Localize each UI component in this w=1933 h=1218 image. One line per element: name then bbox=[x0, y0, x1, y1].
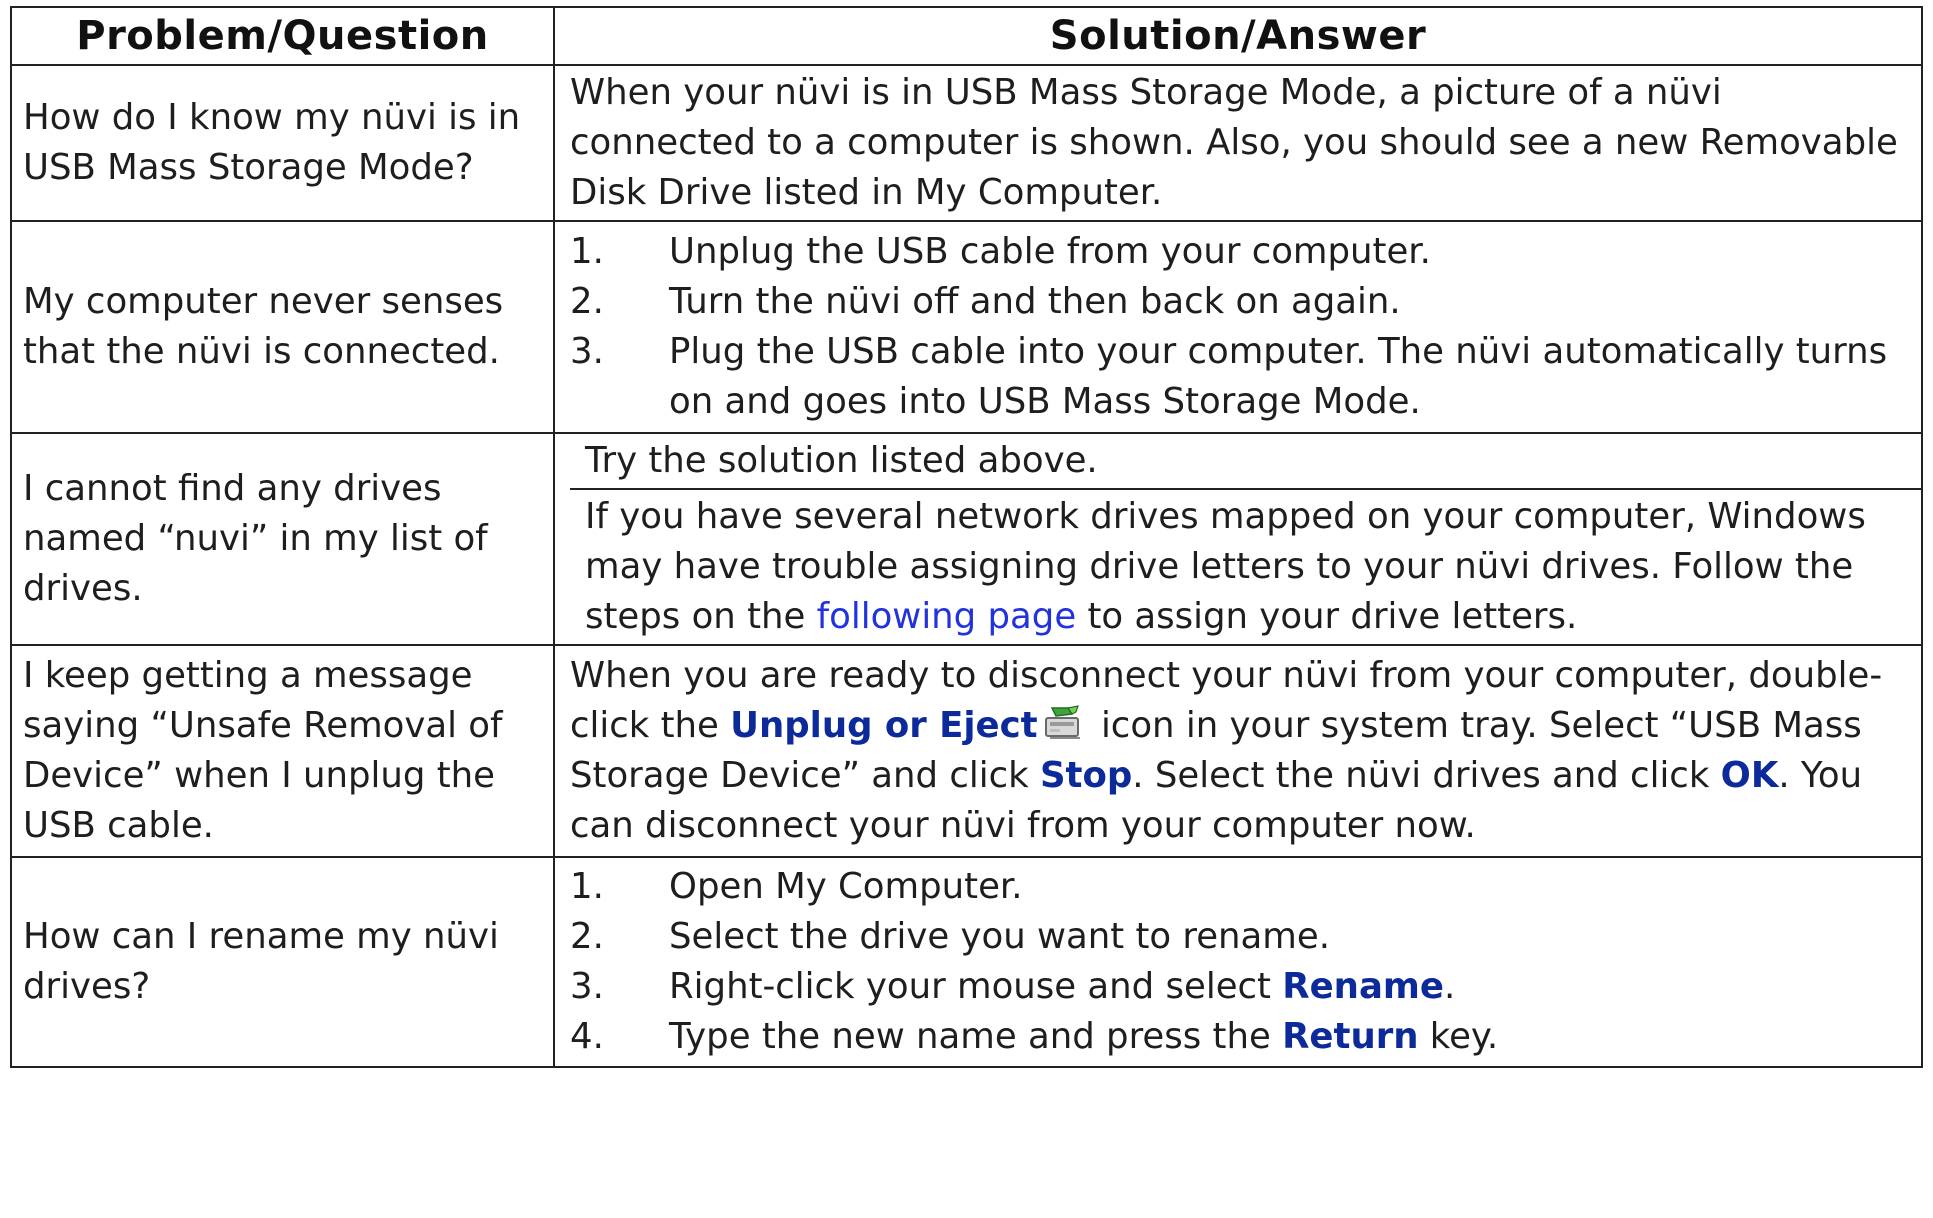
problem-column-header: Problem/Question bbox=[10, 6, 555, 66]
faq-table: Problem/Question Solution/Answer How do … bbox=[10, 6, 1923, 1068]
answer-text: to assign your drive letters. bbox=[1076, 596, 1578, 637]
step-text: Select the drive you want to rename. bbox=[669, 916, 1331, 957]
step-number: 1. bbox=[570, 231, 604, 272]
question-cell: I cannot find any drives named “nuvi” in… bbox=[10, 432, 555, 646]
step-text: Turn the nüvi off and then back on again… bbox=[669, 281, 1401, 322]
list-item: 1. Unplug the USB cable from your comput… bbox=[570, 227, 1911, 277]
answer-cell: 1. Open My Computer. 2. Select the drive… bbox=[553, 856, 1923, 1068]
answer-cell: 1. Unplug the USB cable from your comput… bbox=[553, 220, 1923, 434]
answer-cell: When you are ready to disconnect your nü… bbox=[553, 644, 1923, 858]
header-row: Problem/Question Solution/Answer bbox=[10, 6, 1923, 66]
ok-keyword: OK bbox=[1720, 755, 1779, 796]
step-text-part: Type the new name and press the bbox=[669, 1016, 1283, 1057]
step-text: Plug the USB cable into your computer. T… bbox=[669, 331, 1888, 422]
step-text: Open My Computer. bbox=[669, 866, 1023, 907]
step-text: Unplug the USB cable from your computer. bbox=[669, 231, 1431, 272]
question-cell: My computer never senses that the nüvi i… bbox=[10, 220, 555, 434]
step-text-part: . bbox=[1443, 966, 1456, 1007]
following-page-link[interactable]: following page bbox=[817, 596, 1077, 637]
step-number: 3. bbox=[570, 331, 604, 372]
step-number: 2. bbox=[570, 916, 604, 957]
list-item: 2. Select the drive you want to rename. bbox=[570, 912, 1911, 962]
list-item: 4. Type the new name and press the Retur… bbox=[570, 1012, 1911, 1062]
step-number: 3. bbox=[570, 966, 604, 1007]
solution-column-header: Solution/Answer bbox=[553, 6, 1923, 66]
step-number: 4. bbox=[570, 1016, 604, 1057]
answer-part-b: If you have several network drives mappe… bbox=[570, 488, 1921, 644]
question-cell: How can I rename my nüvi drives? bbox=[10, 856, 555, 1068]
table-row: My computer never senses that the nüvi i… bbox=[10, 220, 1923, 434]
faq-page: Problem/Question Solution/Answer How do … bbox=[10, 6, 1923, 1068]
answer-text: . Select the nüvi drives and click bbox=[1132, 755, 1721, 796]
table-row: I cannot find any drives named “nuvi” in… bbox=[10, 432, 1923, 646]
steps-list: 1. Open My Computer. 2. Select the drive… bbox=[570, 862, 1911, 1062]
question-cell: I keep getting a message saying “Unsafe … bbox=[10, 644, 555, 858]
stop-keyword: Stop bbox=[1039, 755, 1133, 796]
list-item: 3. Right-click your mouse and select Ren… bbox=[570, 962, 1911, 1012]
unplug-eject-icon bbox=[1042, 704, 1086, 744]
list-item: 2. Turn the nüvi off and then back on ag… bbox=[570, 277, 1911, 327]
rename-keyword: Rename bbox=[1282, 966, 1444, 1007]
list-item: 3. Plug the USB cable into your computer… bbox=[570, 327, 1911, 427]
table-row: How do I know my nüvi is in USB Mass Sto… bbox=[10, 64, 1923, 222]
table-row: I keep getting a message saying “Unsafe … bbox=[10, 644, 1923, 858]
return-keyword: Return bbox=[1282, 1016, 1419, 1057]
question-cell: How do I know my nüvi is in USB Mass Sto… bbox=[10, 64, 555, 222]
step-number: 1. bbox=[570, 866, 604, 907]
unplug-eject-keyword: Unplug or Eject bbox=[730, 705, 1038, 746]
step-text: Type the new name and press the Return k… bbox=[669, 1012, 1911, 1062]
table-row: How can I rename my nüvi drives? 1. Open… bbox=[10, 856, 1923, 1068]
answer-cell: When your nüvi is in USB Mass Storage Mo… bbox=[553, 64, 1923, 222]
answer-cell: Try the solution listed above. If you ha… bbox=[553, 432, 1923, 646]
answer-part-a: Try the solution listed above. bbox=[585, 440, 1098, 481]
step-text: Right-click your mouse and select Rename… bbox=[669, 962, 1911, 1012]
step-number: 2. bbox=[570, 281, 604, 322]
step-text-part: key. bbox=[1418, 1016, 1499, 1057]
list-item: 1. Open My Computer. bbox=[570, 862, 1911, 912]
step-text-part: Right-click your mouse and select bbox=[669, 966, 1283, 1007]
steps-list: 1. Unplug the USB cable from your comput… bbox=[570, 227, 1911, 427]
